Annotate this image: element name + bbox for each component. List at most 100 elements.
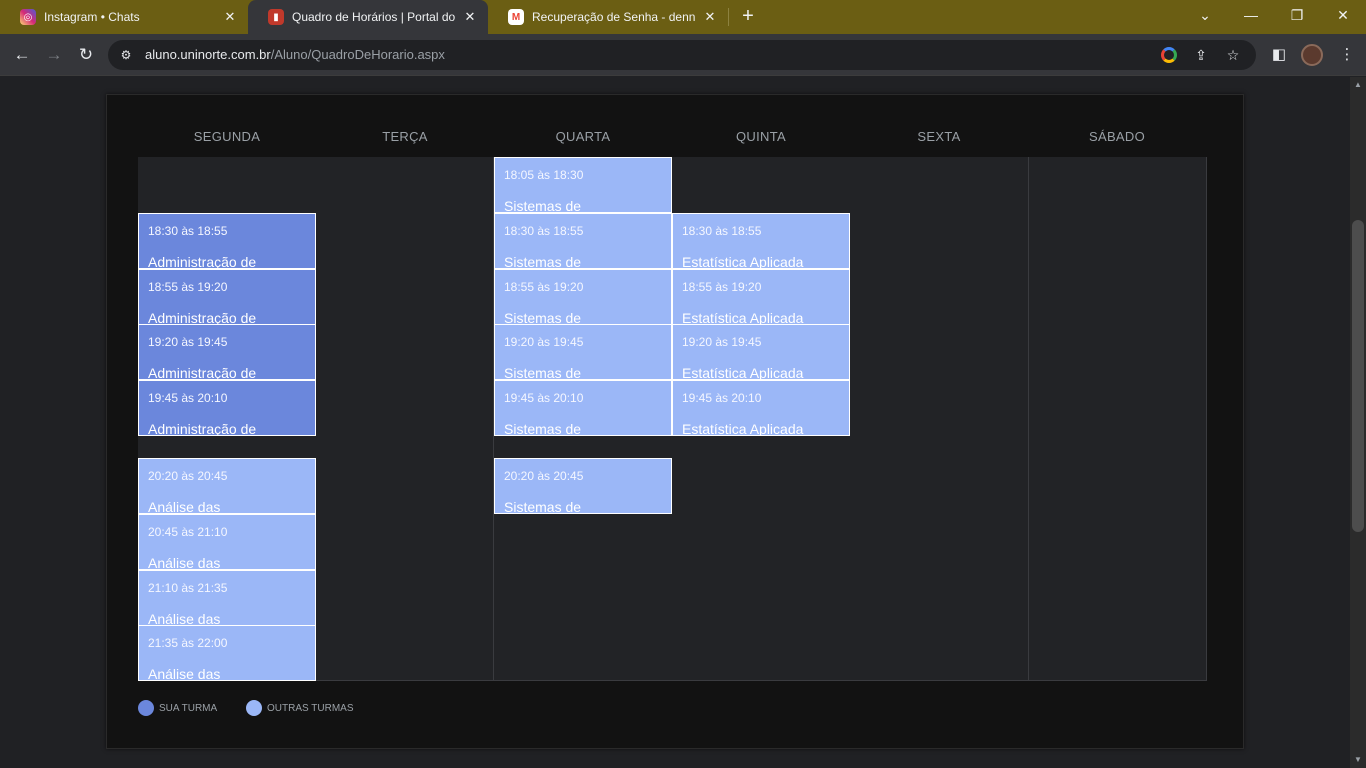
grid-column-divider: [1206, 157, 1207, 681]
slot-time: 19:45 às 20:10: [148, 391, 228, 405]
class-slot[interactable]: 18:55 às 19:20 Administração de: [138, 269, 316, 325]
class-slot[interactable]: 18:55 às 19:20 Sistemas de: [494, 269, 672, 325]
close-window-button[interactable]: ✕: [1320, 0, 1366, 34]
class-slot[interactable]: 19:45 às 20:10 Administração de: [138, 380, 316, 436]
share-icon[interactable]: ⇪: [1192, 46, 1210, 64]
url-path: /Aluno/QuadroDeHorario.aspx: [270, 47, 445, 62]
slot-time: 18:55 às 19:20: [504, 280, 584, 294]
class-slot[interactable]: 20:45 às 21:10 Análise das: [138, 514, 316, 570]
class-slot[interactable]: 19:20 às 19:45 Estatística Aplicada: [672, 324, 850, 380]
tab-title: Instagram • Chats: [44, 10, 140, 24]
class-slot[interactable]: 18:30 às 18:55 Estatística Aplicada: [672, 213, 850, 269]
day-header-terca: TERÇA: [382, 129, 428, 144]
tab-gmail[interactable]: M Recuperação de Senha - dennelly ✕: [488, 0, 728, 34]
slot-subject: Sistemas de: [504, 310, 582, 325]
day-header-sexta: SEXTA: [917, 129, 961, 144]
slot-subject: Análise das: [148, 555, 221, 570]
slot-subject: Administração de: [148, 310, 257, 325]
slot-subject: Análise das: [148, 666, 221, 681]
slot-subject: Estatística Aplicada: [682, 254, 804, 269]
tab-title: Quadro de Horários | Portal do Al: [292, 10, 456, 24]
slot-time: 20:20 às 20:45: [148, 469, 228, 483]
slot-time: 19:45 às 20:10: [504, 391, 584, 405]
minimize-button[interactable]: —: [1228, 0, 1274, 34]
tab-quadro-horarios[interactable]: ▮ Quadro de Horários | Portal do Al ✕: [248, 0, 488, 34]
grid-column-divider: [1028, 157, 1029, 681]
slot-subject: Sistemas de: [504, 421, 582, 436]
legend-outras-turmas: OUTRAS TURMAS: [246, 700, 354, 716]
tab-search-button[interactable]: ⌄: [1182, 0, 1228, 34]
day-header-quinta: QUINTA: [736, 129, 786, 144]
slot-time: 20:45 às 21:10: [148, 525, 228, 539]
legend-dot-mine: [138, 700, 154, 716]
slot-subject: Sistemas de: [504, 254, 582, 269]
class-slot[interactable]: 18:30 às 18:55 Administração de: [138, 213, 316, 269]
slot-subject: Sistemas de: [504, 499, 582, 514]
slot-time: 18:55 às 19:20: [682, 280, 762, 294]
google-lens-icon[interactable]: [1160, 46, 1178, 64]
instagram-icon: ◎: [20, 9, 36, 25]
class-slot[interactable]: 18:30 às 18:55 Sistemas de: [494, 213, 672, 269]
scroll-down-arrow-icon[interactable]: ▼: [1350, 752, 1366, 768]
scroll-up-arrow-icon[interactable]: ▲: [1350, 77, 1366, 93]
class-slot[interactable]: 21:10 às 21:35 Análise das: [138, 570, 316, 626]
legend-label: SUA TURMA: [159, 702, 218, 714]
slot-subject: Administração de: [148, 254, 257, 269]
class-slot[interactable]: 19:20 às 19:45 Administração de: [138, 324, 316, 380]
slot-time: 19:45 às 20:10: [682, 391, 762, 405]
profile-avatar[interactable]: [1301, 44, 1323, 66]
close-tab-icon[interactable]: ✕: [702, 9, 718, 25]
class-slot[interactable]: 21:35 às 22:00 Análise das: [138, 625, 316, 681]
url-text[interactable]: aluno.uninorte.com.br/Aluno/QuadroDeHora…: [145, 47, 445, 62]
class-slot[interactable]: 19:45 às 20:10 Sistemas de: [494, 380, 672, 436]
slot-time: 19:20 às 19:45: [504, 335, 584, 349]
slot-time: 19:20 às 19:45: [682, 335, 762, 349]
slot-time: 18:55 às 19:20: [148, 280, 228, 294]
tab-separator: [728, 8, 729, 26]
forward-arrow-icon[interactable]: →: [42, 43, 66, 67]
tab-title: Recuperação de Senha - dennelly: [532, 10, 696, 24]
slot-time: 21:10 às 21:35: [148, 581, 228, 595]
url-domain: aluno.uninorte.com.br: [145, 47, 271, 62]
slot-time: 19:20 às 19:45: [148, 335, 228, 349]
class-slot[interactable]: 18:05 às 18:30 Sistemas de: [494, 157, 672, 213]
class-slot[interactable]: 19:20 às 19:45 Sistemas de: [494, 324, 672, 380]
day-header-segunda: SEGUNDA: [193, 129, 261, 144]
address-bar[interactable]: ⚙ aluno.uninorte.com.br/Aluno/QuadroDeHo…: [108, 40, 1256, 70]
class-slot[interactable]: 18:55 às 19:20 Estatística Aplicada: [672, 269, 850, 325]
bookmark-star-icon[interactable]: ☆: [1224, 46, 1242, 64]
scrollbar-thumb[interactable]: [1352, 220, 1364, 532]
slot-subject: Administração de: [148, 421, 257, 436]
class-slot[interactable]: 20:20 às 20:45 Análise das: [138, 458, 316, 514]
slot-subject: Administração de: [148, 365, 257, 380]
class-slot[interactable]: 19:45 às 20:10 Estatística Aplicada: [672, 380, 850, 436]
side-panel-icon[interactable]: ◧: [1268, 44, 1290, 66]
legend-dot-other: [246, 700, 262, 716]
menu-kebab-icon[interactable]: ⋮: [1336, 44, 1358, 66]
slot-time: 18:30 às 18:55: [504, 224, 584, 238]
back-arrow-icon[interactable]: ←: [10, 43, 34, 67]
slot-time: 21:35 às 22:00: [148, 636, 228, 650]
legend-sua-turma: SUA TURMA: [138, 700, 217, 716]
gmail-icon: M: [508, 9, 524, 25]
slot-subject: Sistemas de: [504, 365, 582, 380]
slot-subject: Sistemas de: [504, 198, 582, 213]
reload-icon[interactable]: ↻: [74, 43, 98, 67]
new-tab-button[interactable]: +: [737, 5, 759, 29]
slot-subject: Análise das: [148, 611, 221, 626]
site-info-icon[interactable]: ⚙: [118, 47, 134, 63]
close-tab-icon[interactable]: ✕: [462, 9, 478, 25]
restore-button[interactable]: ❐: [1274, 0, 1320, 34]
close-tab-icon[interactable]: ✕: [222, 9, 238, 25]
slot-subject: Estatística Aplicada: [682, 310, 804, 325]
tab-strip: ◎ Instagram • Chats ✕ ▮ Quadro de Horári…: [0, 0, 1366, 34]
browser-toolbar: ← → ↻ ⚙ aluno.uninorte.com.br/Aluno/Quad…: [0, 34, 1366, 76]
page-scrollbar[interactable]: ▲ ▼: [1350, 77, 1366, 768]
tab-instagram[interactable]: ◎ Instagram • Chats ✕: [0, 0, 248, 34]
uninorte-icon: ▮: [268, 9, 284, 25]
day-header-sabado: SÁBADO: [1089, 129, 1145, 144]
slot-subject: Estatística Aplicada: [682, 421, 804, 436]
class-slot[interactable]: 20:20 às 20:45 Sistemas de: [494, 458, 672, 514]
slot-time: 18:30 às 18:55: [148, 224, 228, 238]
slot-subject: Análise das: [148, 499, 221, 514]
